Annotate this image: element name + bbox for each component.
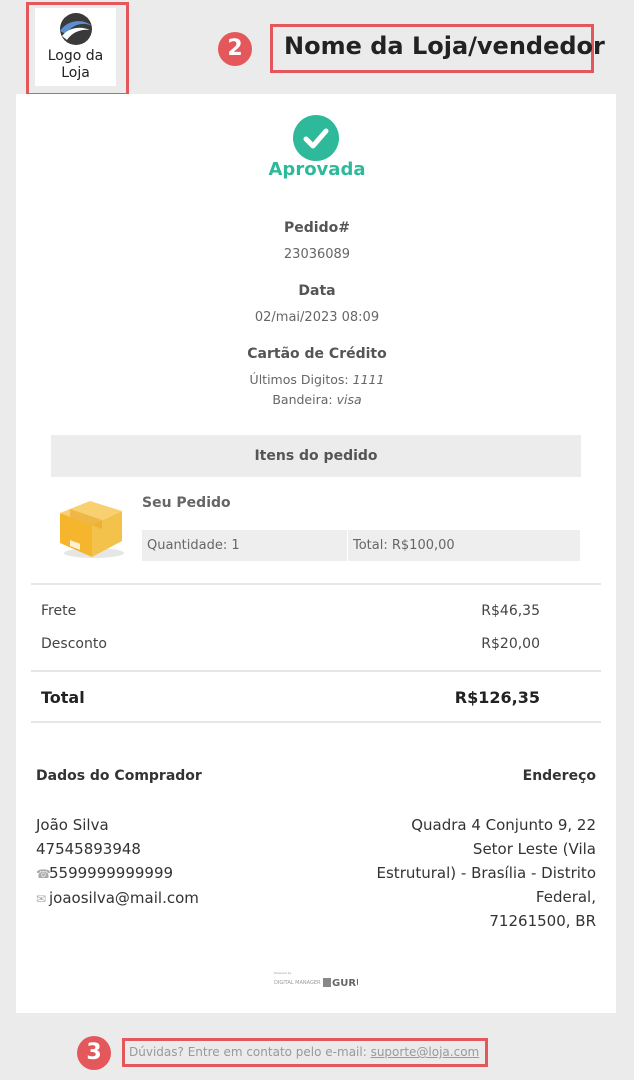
discount-value: R$20,00: [481, 636, 540, 652]
store-logo: Logo da Loja: [35, 8, 116, 86]
divider: [31, 721, 601, 723]
buyer-document: 47545893948: [36, 840, 141, 858]
discount-label: Desconto: [41, 636, 107, 652]
guru-brand-text: GURU: [332, 978, 358, 989]
buyer-name: João Silva: [36, 816, 109, 834]
total-label: Total: [41, 688, 85, 707]
support-email-link[interactable]: suporte@loja.com: [371, 1045, 480, 1059]
address-line: 71261500, BR: [489, 912, 596, 930]
product-quantity: Quantidade: 1: [142, 530, 347, 561]
date-label: Data: [298, 283, 336, 299]
order-status: Aprovada: [268, 159, 366, 180]
order-number: 23036089: [283, 247, 351, 262]
card-brand-label: Bandeira:: [272, 392, 333, 407]
address-line: Estrutural) - Brasília - Distrito: [376, 864, 596, 882]
buyer-email: joaosilva@mail.com: [49, 889, 199, 907]
buyer-heading: Dados do Comprador: [36, 768, 202, 784]
shipping-value: R$46,35: [481, 603, 540, 619]
phone-icon: ☎: [36, 867, 51, 881]
buyer-phone: 5599999999999: [49, 864, 174, 882]
order-items-header: Itens do pedido: [51, 435, 581, 477]
support-text: Dúvidas? Entre em contato pelo e-mail:: [129, 1045, 371, 1059]
divider: [31, 583, 601, 585]
buyer-details: João Silva 47545893948 ☎5599999999999 ✉ j…: [36, 813, 199, 911]
address-line: Setor Leste (Vila: [472, 840, 596, 858]
support-footer: Dúvidas? Entre em contato pelo e-mail: s…: [129, 1045, 479, 1059]
product-name: Seu Pedido: [142, 495, 231, 511]
guru-powered-text: Powered by: [274, 971, 292, 975]
order-date: 02/mai/2023 08:09: [254, 310, 380, 325]
guru-name-text: DIGITAL MANAGER: [274, 980, 321, 986]
address-line: Quadra 4 Conjunto 9, 22: [411, 816, 596, 834]
card-digits-value: 1111: [352, 372, 385, 387]
order-number-label: Pedido#: [284, 220, 350, 236]
address-line: Federal,: [535, 888, 596, 906]
envelope-icon: ✉: [36, 892, 47, 906]
address-details: Quadra 4 Conjunto 9, 22 Setor Leste (Vil…: [356, 813, 596, 933]
payment-method-label: Cartão de Crédito: [247, 346, 387, 362]
total-value: R$126,35: [454, 688, 540, 707]
annotation-badge-3: 3: [77, 1036, 111, 1070]
package-icon: [56, 495, 128, 565]
buyer-phone-row: ☎5599999999999: [36, 861, 199, 886]
card-brand: Bandeira: visa: [0, 392, 634, 407]
address-heading: Endereço: [522, 768, 596, 784]
store-name: Nome da Loja/vendedor: [284, 32, 605, 60]
card-digits-label: Últimos Digitos:: [249, 372, 349, 387]
shipping-label: Frete: [41, 603, 77, 619]
buyer-email-row: ✉ joaosilva@mail.com: [36, 886, 199, 911]
guru-logo: Powered by DIGITAL MANAGER GURU: [274, 970, 364, 994]
product-total: Total: R$100,00: [347, 530, 580, 561]
check-circle-icon: [293, 115, 339, 161]
card-brand-value: visa: [336, 392, 362, 407]
divider: [31, 670, 601, 672]
logo-icon: [59, 13, 92, 45]
annotation-badge-2: 2: [218, 32, 252, 66]
logo-text: Logo da Loja: [47, 48, 104, 81]
card-digits: Últimos Digitos: 1111: [0, 372, 634, 387]
